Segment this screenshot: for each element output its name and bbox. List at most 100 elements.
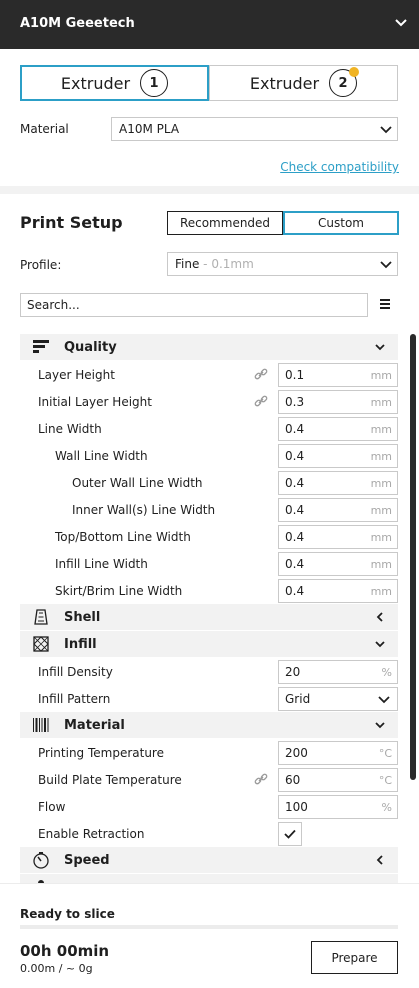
setting-row: Outer Wall Line Width 0.4 mm: [20, 469, 398, 496]
settings-scrollbar[interactable]: [410, 334, 416, 780]
extruder-1-label: Extruder: [60, 73, 131, 93]
setting-label: Line Width: [38, 422, 102, 436]
setting-input[interactable]: 0.4 mm: [278, 471, 398, 495]
printer-header[interactable]: A10M Geeetech: [0, 0, 419, 49]
material-usage: 0.00m / ~ 0g: [20, 962, 93, 975]
search-input[interactable]: [27, 298, 367, 312]
profile-select[interactable]: Fine - 0.1mm: [167, 252, 398, 276]
extruder-2-tab[interactable]: Extruder 2: [209, 65, 398, 101]
setting-row: Inner Wall(s) Line Width 0.4 mm: [20, 496, 398, 523]
slice-footer: Ready to slice 00h 00min 0.00m / ~ 0g Pr…: [0, 883, 419, 988]
material-icon: [33, 718, 49, 732]
extruder-2-status-dot: [349, 67, 360, 77]
extruder-tabs: Extruder 1 Extruder 2: [20, 65, 398, 101]
setting-row: Infill Line Width 0.4 mm: [20, 550, 398, 577]
checkmark-icon: [284, 829, 296, 839]
setting-input[interactable]: 0.4 mm: [278, 444, 398, 468]
printer-name: A10M Geeetech: [20, 16, 135, 31]
setting-row: Skirt/Brim Line Width 0.4 mm: [20, 577, 398, 604]
tab-custom[interactable]: Custom: [283, 211, 399, 235]
setting-label: Wall Line Width: [55, 449, 148, 463]
category-shell[interactable]: Shell: [20, 604, 398, 630]
category-infill[interactable]: Infill: [20, 631, 398, 657]
tab-recommended[interactable]: Recommended: [167, 211, 283, 235]
chevron-down-icon: [380, 126, 392, 134]
setting-label: Printing Temperature: [38, 746, 164, 760]
setting-row: Wall Line Width 0.4 mm: [20, 442, 398, 469]
setup-mode-tabs: Recommended Custom: [167, 211, 399, 235]
setting-input[interactable]: 200 °C: [278, 741, 398, 765]
check-compatibility-link[interactable]: Check compatibility: [280, 160, 399, 174]
category-material[interactable]: Material: [20, 712, 398, 738]
infill-pattern-select[interactable]: Grid: [278, 687, 398, 711]
infill-density-input[interactable]: 20%: [278, 660, 398, 684]
profile-label: Profile:: [20, 258, 62, 272]
extruder-2-label: Extruder: [249, 73, 320, 93]
category-label: Infill: [64, 636, 97, 652]
slice-progress-bar: [20, 925, 398, 929]
chevron-left-icon: [376, 855, 383, 865]
category-label: Speed: [64, 852, 110, 868]
setting-label: Enable Retraction: [38, 827, 145, 841]
category-label: Shell: [64, 609, 101, 625]
link-icon[interactable]: [254, 367, 268, 381]
setting-label: Outer Wall Line Width: [72, 476, 203, 490]
category-partially-hidden[interactable]: [20, 874, 398, 883]
setting-row: Enable Retraction: [20, 820, 398, 847]
setting-row: Layer Height 0.1 mm: [20, 361, 398, 388]
setting-input[interactable]: 0.4 mm: [278, 417, 398, 441]
setting-row: Line Width 0.4 mm: [20, 415, 398, 442]
setting-label: Build Plate Temperature: [38, 773, 182, 787]
setting-row: Build Plate Temperature 60 °C: [20, 766, 398, 793]
material-select[interactable]: A10M PLA: [111, 117, 398, 141]
settings-search[interactable]: [20, 293, 368, 317]
setting-row: Flow 100%: [20, 793, 398, 820]
profile-value: Fine - 0.1mm: [175, 257, 254, 271]
chevron-down-icon: [378, 696, 390, 704]
extruder-1-tab[interactable]: Extruder 1: [20, 65, 209, 101]
infill-icon: [33, 636, 49, 652]
category-label: Quality: [64, 339, 117, 355]
category-label: Material: [64, 717, 125, 733]
chevron-down-icon[interactable]: [393, 14, 409, 30]
extruder-2-number-icon: 2: [329, 67, 360, 97]
setting-label: Skirt/Brim Line Width: [55, 584, 183, 598]
speed-icon: [33, 852, 49, 869]
setting-input[interactable]: 0.1 mm: [278, 363, 398, 387]
chevron-left-icon: [376, 612, 383, 622]
setting-label: Initial Layer Height: [38, 395, 152, 409]
menu-icon[interactable]: [379, 298, 391, 310]
section-divider: [0, 186, 419, 194]
setting-input[interactable]: 0.3 mm: [278, 390, 398, 414]
shell-icon: [34, 609, 48, 625]
setting-label: Layer Height: [38, 368, 115, 382]
setting-label: Infill Pattern: [38, 692, 111, 706]
setting-input[interactable]: 100%: [278, 795, 398, 819]
category-speed[interactable]: Speed: [20, 847, 398, 873]
material-value: A10M PLA: [119, 122, 180, 136]
setting-input[interactable]: 60 °C: [278, 768, 398, 792]
slice-status: Ready to slice: [20, 907, 115, 921]
setting-label: Flow: [38, 800, 66, 814]
setting-input[interactable]: 0.4 mm: [278, 498, 398, 522]
setting-label: Infill Line Width: [55, 557, 148, 571]
setting-label: Top/Bottom Line Width: [55, 530, 191, 544]
setting-row: Initial Layer Height 0.3 mm: [20, 388, 398, 415]
print-time: 00h 00min: [20, 942, 110, 960]
setting-row: Infill Pattern Grid: [20, 685, 398, 712]
link-icon[interactable]: [254, 394, 268, 408]
chevron-down-icon: [380, 261, 392, 269]
setting-input[interactable]: 0.4 mm: [278, 579, 398, 603]
enable-retraction-checkbox[interactable]: [278, 822, 302, 846]
chevron-down-icon: [375, 344, 385, 351]
extruder-1-number-icon: 1: [140, 69, 169, 97]
link-icon[interactable]: [254, 772, 268, 786]
category-quality[interactable]: Quality: [20, 334, 398, 360]
setting-label: Inner Wall(s) Line Width: [72, 503, 216, 517]
chevron-down-icon: [375, 722, 385, 729]
material-label: Material: [20, 122, 69, 136]
setting-input[interactable]: 0.4 mm: [278, 525, 398, 549]
prepare-button[interactable]: Prepare: [311, 941, 398, 974]
setting-input[interactable]: 0.4 mm: [278, 552, 398, 576]
quality-icon: [33, 340, 49, 353]
